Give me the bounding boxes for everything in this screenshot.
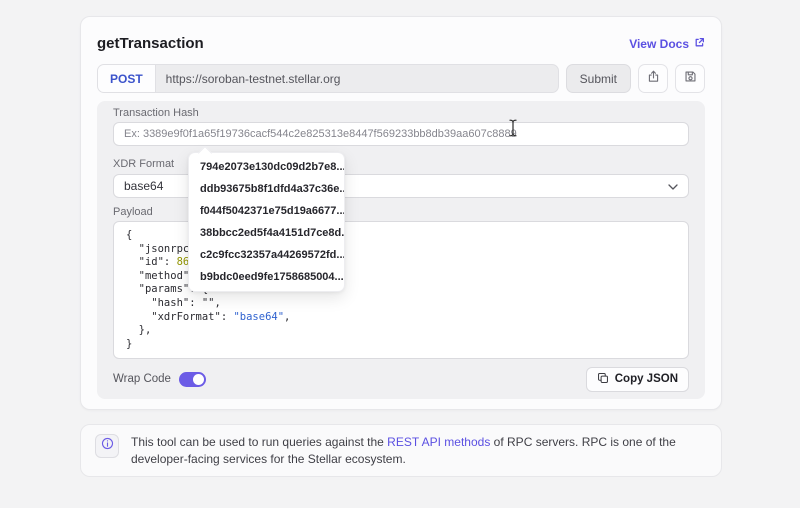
copy-icon <box>597 372 609 387</box>
view-docs-link[interactable]: View Docs <box>629 37 705 51</box>
endpoint-field: POST <box>97 64 559 93</box>
wrap-code-label: Wrap Code <box>113 373 171 385</box>
info-note-card: This tool can be used to run queries aga… <box>80 424 722 477</box>
note-text-before: This tool can be used to run queries aga… <box>131 435 388 449</box>
external-link-icon <box>694 37 705 51</box>
hash-suggestions: 794e2073e130dc09d2b7e8... ddb93675b8f1dfd… <box>189 156 344 288</box>
suggestion-item[interactable]: 794e2073e130dc09d2b7e8... <box>189 156 344 178</box>
share-button[interactable] <box>638 64 668 93</box>
suggestion-item[interactable]: f044f5042371e75d19a6677... <box>189 200 344 222</box>
info-note-text: This tool can be used to run queries aga… <box>131 434 707 467</box>
panel-footer: Wrap Code Copy JSON <box>113 366 689 392</box>
suggestion-item[interactable]: b9bdc0eed9fe1758685004... <box>189 266 344 288</box>
page-title: getTransaction <box>97 35 204 52</box>
copy-json-label: Copy JSON <box>614 373 678 385</box>
url-input[interactable] <box>155 65 558 92</box>
card-header: getTransaction View Docs <box>81 17 721 53</box>
view-docs-label: View Docs <box>629 37 689 51</box>
info-icon-box <box>95 434 119 458</box>
transaction-hash-label: Transaction Hash <box>113 107 199 119</box>
page: getTransaction View Docs POST Submit <box>0 0 800 508</box>
http-method-badge: POST <box>98 65 156 92</box>
rest-api-methods-link[interactable]: REST API methods <box>387 435 490 449</box>
xdr-format-value: base64 <box>124 179 164 193</box>
hash-suggestions-dropdown: 794e2073e130dc09d2b7e8... ddb93675b8f1dfd… <box>188 152 345 292</box>
save-button[interactable] <box>675 64 705 93</box>
chevron-down-icon <box>668 179 678 193</box>
suggestion-item[interactable]: 38bbcc2ed5f4a4151d7ce8d... <box>189 222 344 244</box>
save-icon <box>684 70 697 88</box>
transaction-hash-input[interactable] <box>113 122 689 146</box>
suggestion-item[interactable]: c2c9fcc32357a44269572fd... <box>189 244 344 266</box>
request-card: getTransaction View Docs POST Submit <box>80 16 722 410</box>
copy-json-button[interactable]: Copy JSON <box>585 366 689 392</box>
request-row: POST Submit <box>97 64 705 93</box>
suggestion-item[interactable]: ddb93675b8f1dfd4a37c36e... <box>189 178 344 200</box>
share-icon <box>647 70 660 88</box>
info-icon <box>101 437 114 455</box>
submit-button[interactable]: Submit <box>565 64 631 93</box>
wrap-code-toggle[interactable] <box>178 371 206 387</box>
